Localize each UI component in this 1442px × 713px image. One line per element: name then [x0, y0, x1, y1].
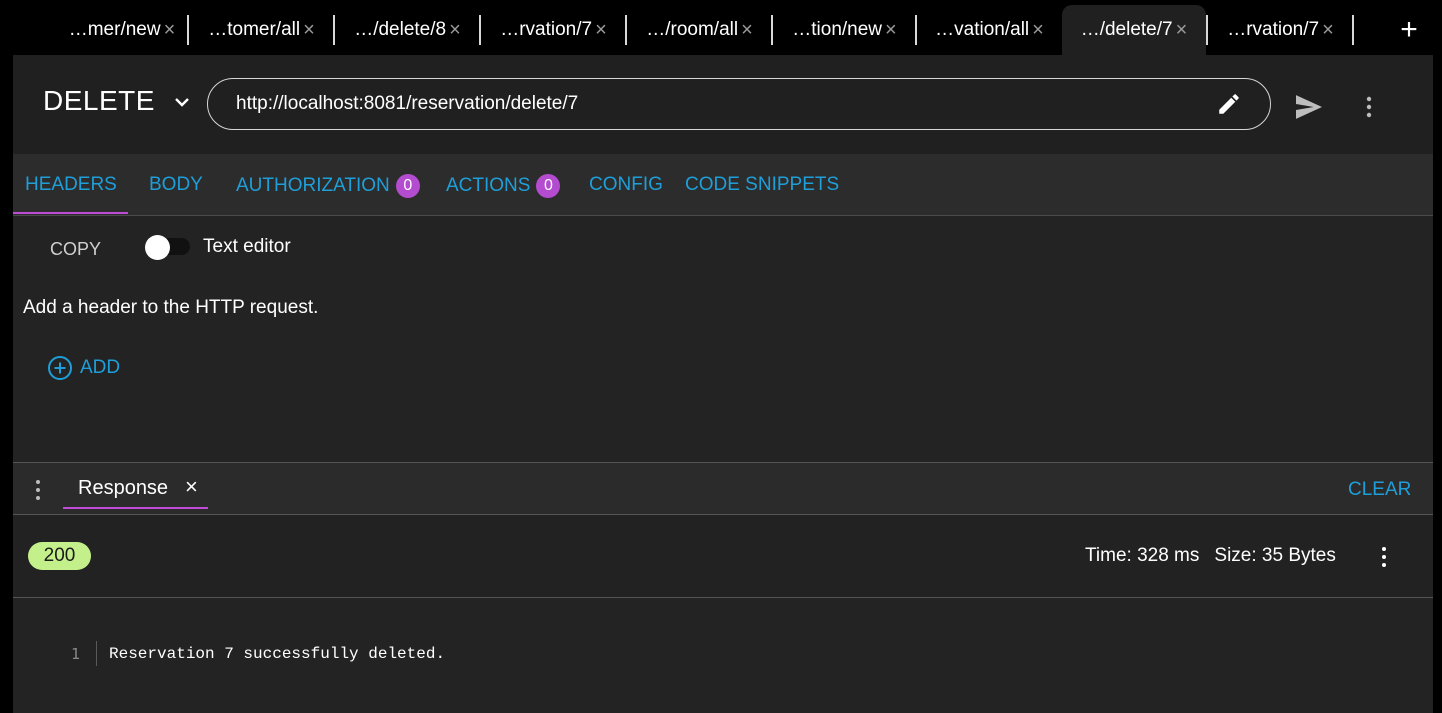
tab-config-label: CONFIG — [589, 174, 663, 195]
text-editor-toggle[interactable] — [145, 235, 170, 260]
tab-headers-label: HEADERS — [25, 174, 117, 195]
tab-label: …/delete/8 — [354, 19, 447, 40]
more-vert-icon[interactable] — [33, 479, 43, 501]
tab-separator — [915, 15, 917, 45]
gutter-divider — [96, 641, 97, 666]
response-status-bar: 200 Time: 328 ms Size: 35 Bytes — [13, 515, 1433, 598]
tab-authorization[interactable]: AUTHORIZATION 0 — [236, 174, 420, 198]
tab-label: …rvation/7 — [1227, 19, 1320, 40]
tab-headers[interactable]: HEADERS — [25, 174, 117, 196]
add-header-label: ADD — [80, 357, 121, 378]
response-tab[interactable]: Response × — [63, 463, 208, 509]
request-tab-room-all[interactable]: …/room/all × — [628, 5, 771, 55]
copy-button[interactable]: COPY — [50, 239, 101, 260]
url-text[interactable]: http://localhost:8081/reservation/delete… — [236, 93, 578, 115]
headers-help-text: Add a header to the HTTP request. — [23, 297, 319, 318]
request-bar: DELETE http://localhost:8081/reservation… — [13, 55, 1433, 154]
request-tab-reservation-all[interactable]: …vation/all × — [918, 5, 1061, 55]
request-tab-reservation-7[interactable]: …rvation/7 × — [482, 5, 625, 55]
request-tab-delete-7[interactable]: …/delete/7 × — [1062, 5, 1206, 55]
tab-body[interactable]: BODY — [149, 174, 203, 196]
tab-body-label: BODY — [149, 174, 203, 195]
close-icon[interactable]: × — [741, 20, 753, 40]
response-tab-bar: Response × CLEAR — [13, 463, 1433, 515]
tab-separator — [771, 15, 773, 45]
close-icon[interactable]: × — [1322, 20, 1334, 40]
close-icon[interactable]: × — [449, 20, 461, 40]
response-body-viewer[interactable]: 1 Reservation 7 successfully deleted. — [13, 598, 1433, 713]
tab-separator — [1206, 15, 1208, 45]
tab-code-snippets-label: CODE SNIPPETS — [685, 174, 840, 195]
response-tab-label: Response — [78, 477, 169, 499]
response-meta: Time: 328 ms Size: 35 Bytes — [1085, 545, 1336, 567]
edit-icon[interactable] — [1216, 91, 1242, 117]
tab-label: …vation/all — [935, 19, 1030, 40]
request-tab-delete-8[interactable]: …/delete/8 × — [336, 5, 479, 55]
close-icon[interactable]: × — [885, 20, 897, 40]
clear-button[interactable]: CLEAR — [1348, 479, 1411, 501]
tab-label: …tion/new — [792, 19, 883, 40]
tab-actions-label: ACTIONS — [446, 175, 531, 196]
tab-separator — [187, 15, 189, 45]
response-body-line[interactable]: Reservation 7 successfully deleted. — [109, 645, 445, 663]
close-icon[interactable]: × — [303, 20, 315, 40]
request-tab-customer-all[interactable]: …tomer/all × — [190, 5, 333, 55]
tab-label: …rvation/7 — [500, 19, 593, 40]
more-vert-icon[interactable] — [1379, 546, 1389, 568]
tab-separator — [1352, 15, 1354, 45]
close-icon[interactable]: × — [595, 20, 607, 40]
url-field[interactable]: http://localhost:8081/reservation/delete… — [207, 78, 1271, 130]
request-panel: DELETE http://localhost:8081/reservation… — [13, 55, 1433, 713]
tab-config[interactable]: CONFIG — [589, 174, 663, 196]
plus-icon[interactable]: + — [1394, 12, 1424, 48]
add-circle-icon — [48, 356, 72, 380]
tab-separator — [479, 15, 481, 45]
tab-separator — [333, 15, 335, 45]
request-tab-strip: …mer/new × …tomer/all × …/delete/8 × …rv… — [0, 0, 1442, 56]
request-tab-reservation-new[interactable]: …tion/new × — [774, 5, 915, 55]
text-editor-label: Text editor — [203, 236, 291, 257]
line-number: 1 — [71, 645, 81, 663]
close-icon[interactable]: × — [164, 20, 176, 40]
response-time: Time: 328 ms — [1085, 545, 1200, 566]
tab-authorization-label: AUTHORIZATION — [236, 175, 390, 196]
tab-label: …tomer/all — [208, 19, 301, 40]
status-badge: 200 — [28, 542, 91, 570]
http-method-select[interactable]: DELETE — [43, 85, 155, 117]
tab-code-snippets[interactable]: CODE SNIPPETS — [685, 174, 839, 196]
authorization-count-badge: 0 — [395, 174, 420, 198]
tab-label: …/delete/7 — [1080, 19, 1173, 40]
tab-actions[interactable]: ACTIONS 0 — [446, 174, 561, 198]
active-tab-indicator — [13, 212, 128, 214]
tab-label: …/room/all — [646, 19, 739, 40]
request-sub-tabs: HEADERS BODY AUTHORIZATION 0 ACTIONS 0 C… — [13, 154, 1433, 216]
close-icon[interactable]: × — [1032, 20, 1044, 40]
tab-label: …mer/new — [68, 19, 161, 40]
add-header-button[interactable]: ADD — [47, 355, 120, 381]
close-icon[interactable]: × — [185, 476, 198, 498]
actions-count-badge: 0 — [536, 174, 561, 198]
response-size: Size: 35 Bytes — [1214, 545, 1336, 566]
tab-separator — [625, 15, 627, 45]
close-icon[interactable]: × — [1176, 20, 1188, 40]
send-icon[interactable] — [1294, 94, 1324, 120]
more-vert-icon[interactable] — [1363, 95, 1375, 119]
request-tab-reservation-7b[interactable]: …rvation/7 × — [1209, 5, 1352, 55]
request-tab-customer-new[interactable]: …mer/new × — [58, 5, 186, 55]
chevron-down-icon[interactable] — [173, 95, 191, 109]
